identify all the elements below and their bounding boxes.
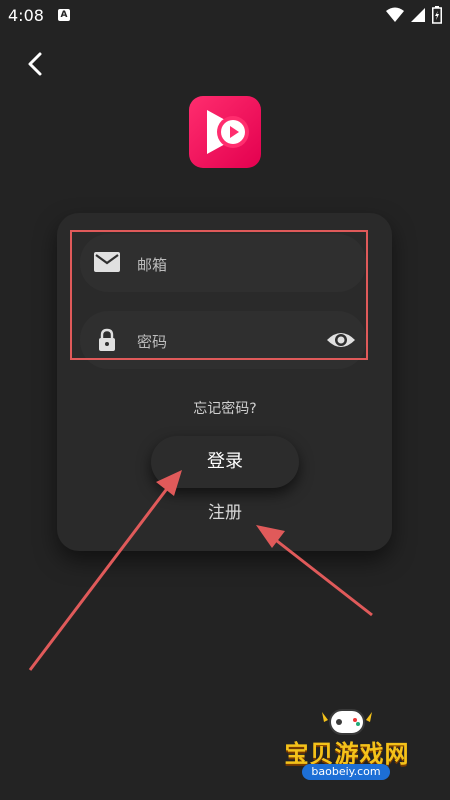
status-icons <box>386 6 442 24</box>
login-button[interactable]: 登录 <box>151 436 299 488</box>
signal-icon <box>411 8 425 22</box>
battery-icon <box>432 6 442 24</box>
notification-icon: A <box>58 9 70 21</box>
status-bar: 4:08 A <box>0 0 450 32</box>
input-highlight-box <box>70 230 368 360</box>
app-logo-icon <box>207 110 249 154</box>
register-link[interactable]: 注册 <box>0 498 450 523</box>
status-time: 4:08 <box>8 6 44 25</box>
wifi-icon <box>386 7 404 22</box>
forgot-password-link[interactable]: 忘记密码? <box>0 398 450 418</box>
app-logo <box>189 96 261 168</box>
watermark-url: baobeiy.com <box>302 764 390 780</box>
back-arrow-icon[interactable] <box>22 50 50 78</box>
watermark: 宝贝游戏网 baobeiy.com <box>272 700 422 790</box>
